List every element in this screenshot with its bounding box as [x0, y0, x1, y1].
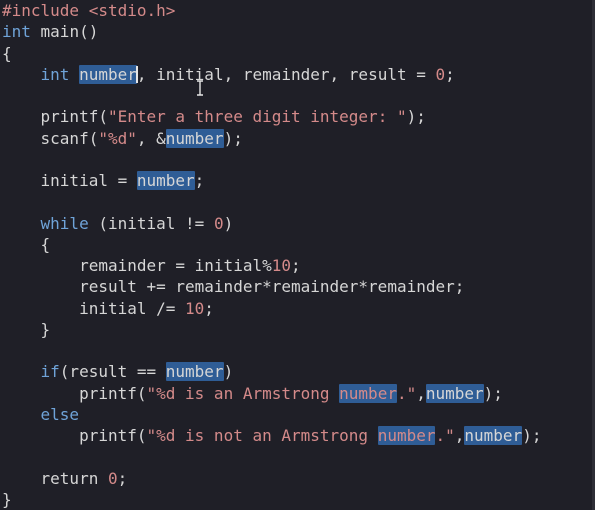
- code-token: "%d is not an Armstrong: [146, 426, 378, 445]
- code-token: (initial !=: [88, 213, 214, 233]
- code-token: main(): [30, 22, 99, 42]
- code-token: ,: [454, 426, 465, 445]
- code-token: 0: [107, 468, 118, 488]
- code-token: while: [40, 213, 89, 233]
- code-line[interactable]: [2, 191, 541, 212]
- code-line[interactable]: [2, 149, 541, 170]
- code-line[interactable]: [2, 85, 541, 106]
- code-token: "Enter a three digit integer: ": [107, 107, 407, 127]
- highlighted-token: number: [79, 64, 137, 84]
- code-line[interactable]: printf("Enter a three digit integer: ");: [2, 106, 541, 127]
- code-token: }: [2, 489, 12, 509]
- code-line[interactable]: int number, initial, remainder, result =…: [2, 64, 541, 85]
- highlighted-token: number: [377, 426, 436, 445]
- code-token: );: [483, 383, 503, 403]
- code-token: printf(: [2, 383, 147, 403]
- code-line[interactable]: remainder = initial%10;: [2, 255, 541, 276]
- code-token: );: [406, 107, 426, 127]
- code-line[interactable]: else: [2, 404, 541, 425]
- code-line[interactable]: printf("%d is an Armstrong number.",numb…: [2, 383, 541, 404]
- code-token: if: [40, 362, 60, 382]
- code-token: "%d is an Armstrong: [146, 383, 340, 403]
- code-token: , initial, remainder, result =: [136, 64, 436, 84]
- code-token: {: [2, 234, 51, 254]
- code-token: 10: [185, 298, 205, 318]
- code-token: int: [40, 64, 70, 84]
- highlighted-token: number: [165, 362, 224, 382]
- code-token: ;: [445, 64, 455, 84]
- code-line[interactable]: {: [2, 234, 541, 255]
- highlighted-token: number: [425, 383, 484, 403]
- code-token: ;: [290, 256, 301, 275]
- code-token: ,: [416, 383, 426, 403]
- code-token: ;: [204, 298, 214, 318]
- code-token: "%d": [98, 128, 137, 148]
- code-token: else: [40, 404, 80, 424]
- code-token: {: [2, 43, 12, 63]
- code-line[interactable]: [2, 446, 541, 467]
- code-line[interactable]: [2, 340, 541, 361]
- code-token: );: [522, 426, 542, 445]
- code-token: ): [223, 362, 234, 382]
- code-token: return: [2, 468, 108, 488]
- code-line[interactable]: if(result == number): [2, 361, 541, 382]
- highlighted-token: number: [464, 426, 523, 445]
- code-token: 10: [271, 256, 291, 275]
- highlighted-token: number: [339, 383, 397, 403]
- code-line[interactable]: int main(): [2, 21, 541, 42]
- code-line[interactable]: initial = number;: [2, 170, 541, 191]
- code-token: initial =: [2, 171, 137, 190]
- code-token: #include <stdio.h>: [2, 1, 176, 20]
- code-line[interactable]: }: [2, 319, 541, 340]
- code-token: );: [223, 128, 243, 148]
- code-line[interactable]: #include <stdio.h>: [2, 0, 541, 21]
- code-token: , &: [136, 128, 166, 148]
- code-token: }: [2, 319, 51, 339]
- code-token: ;: [117, 468, 128, 488]
- code-token: .": [435, 426, 455, 445]
- code-line[interactable]: printf("%d is not an Armstrong number.",…: [2, 425, 541, 446]
- ibeam-cursor-icon: [197, 80, 203, 96]
- highlighted-token: number: [165, 128, 224, 148]
- code-token: remainder = initial%: [2, 256, 272, 275]
- code-token: printf(: [2, 107, 108, 127]
- code-token: printf(: [2, 426, 147, 445]
- code-content[interactable]: #include <stdio.h> int main(){ int number…: [2, 0, 541, 510]
- code-token: .": [396, 383, 417, 403]
- code-token: ): [223, 213, 234, 233]
- code-line[interactable]: result += remainder*remainder*remainder;: [2, 276, 541, 297]
- code-token: result += remainder*remainder*remainder;: [2, 277, 465, 297]
- highlighted-token: number: [136, 171, 195, 190]
- code-line[interactable]: scanf("%d", &number);: [2, 128, 541, 149]
- code-token: 0: [435, 64, 446, 84]
- code-token: scanf(: [2, 128, 99, 148]
- code-line[interactable]: }: [2, 489, 541, 510]
- code-line[interactable]: {: [2, 43, 541, 64]
- code-editor[interactable]: #include <stdio.h> int main(){ int number…: [0, 0, 595, 510]
- code-token: (result ==: [59, 362, 166, 382]
- code-line[interactable]: while (initial != 0): [2, 213, 541, 234]
- code-line[interactable]: initial /= 10;: [2, 298, 541, 319]
- code-token: int: [2, 22, 31, 42]
- code-token: 0: [213, 213, 224, 233]
- code-token: initial /=: [2, 298, 186, 318]
- code-token: ;: [194, 171, 205, 190]
- code-line[interactable]: return 0;: [2, 468, 541, 489]
